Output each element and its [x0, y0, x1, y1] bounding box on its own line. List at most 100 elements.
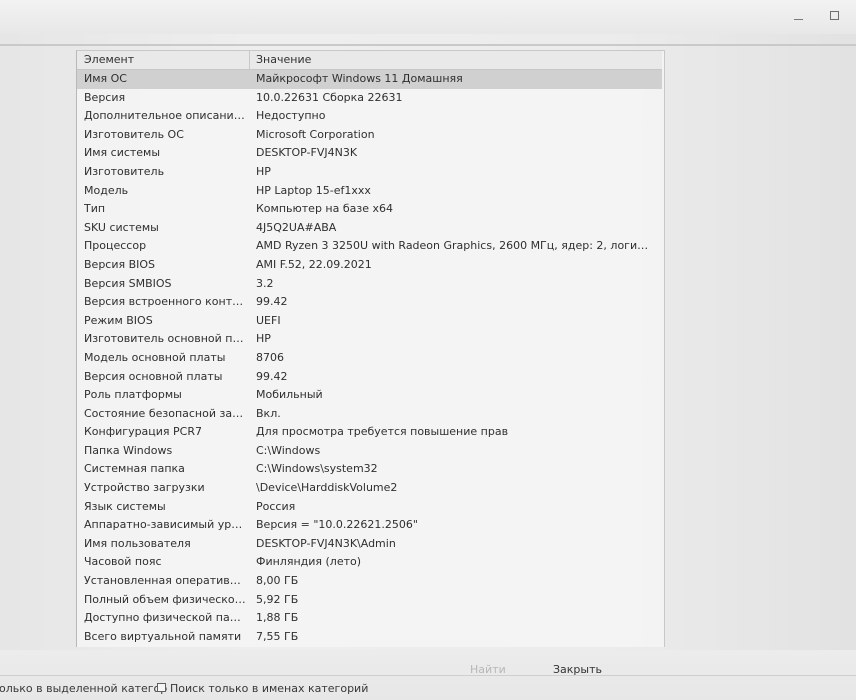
value-cell: DESKTOP-FVJ4N3K\Admin [256, 536, 396, 550]
table-row[interactable]: Версия SMBIOS 3.2 [77, 275, 662, 294]
element-cell: Режим BIOS [84, 313, 153, 327]
table-row[interactable]: Тип Компьютер на базе x64 [77, 200, 662, 219]
value-cell: Версия = "10.0.22621.2506" [256, 518, 418, 532]
table-row[interactable]: Системная папка C:\Windows\system32 [77, 460, 662, 479]
value-cell: 1,88 ГБ [256, 611, 299, 625]
table-row[interactable]: Полный объем физической ... 5,92 ГБ [77, 591, 662, 610]
value-cell: \Device\HarddiskVolume2 [256, 481, 398, 495]
table-row[interactable]: Всего виртуальной памяти 7,55 ГБ [77, 628, 662, 647]
table-row[interactable]: Язык системы Россия [77, 498, 662, 517]
element-cell: Роль платформы [84, 388, 182, 402]
table-row[interactable]: Установленная оперативная... 8,00 ГБ [77, 572, 662, 591]
value-cell: C:\Windows [256, 443, 321, 457]
table-header: Элемент Значение [77, 51, 662, 70]
value-cell: Мобильный [256, 388, 323, 402]
table-row[interactable]: Модель HP Laptop 15-ef1xxx [77, 182, 662, 201]
window-title-area [0, 0, 856, 34]
element-cell: SKU системы [84, 220, 159, 234]
table-row[interactable]: Версия 10.0.22631 Сборка 22631 [77, 89, 662, 108]
value-cell: Россия [256, 499, 296, 513]
table-row[interactable]: SKU системы 4J5Q2UA#ABA [77, 219, 662, 238]
element-cell: Системная папка [84, 462, 185, 476]
value-cell: Финляндия (лето) [256, 555, 362, 569]
element-cell: Язык системы [84, 499, 166, 513]
system-summary-table: Элемент Значение Имя ОС Майкрософт Window… [76, 50, 665, 647]
value-cell: Майкрософт Windows 11 Домашняя [256, 72, 463, 85]
value-cell: C:\Windows\system32 [256, 462, 378, 476]
title-separator [0, 44, 856, 46]
value-cell: Microsoft Corporation [256, 127, 375, 141]
element-cell: Изготовитель основной платы [84, 332, 247, 346]
minimize-icon[interactable] [794, 19, 803, 20]
element-cell: Всего виртуальной памяти [84, 629, 242, 643]
value-cell: AMI F.52, 22.09.2021 [256, 257, 372, 271]
value-cell: HP Laptop 15-ef1xxx [256, 183, 371, 197]
value-cell: 99.42 [256, 369, 288, 383]
element-cell: Процессор [84, 239, 147, 253]
search-selected-category-label[interactable]: олько в выделенной категор [0, 682, 167, 695]
column-divider[interactable] [249, 51, 250, 69]
table-row[interactable]: Конфигурация PCR7 Для просмотра требуется… [77, 423, 662, 442]
table-row[interactable]: Версия основной платы 99.42 [77, 368, 662, 387]
value-cell: UEFI [256, 313, 281, 327]
element-cell: Имя системы [84, 146, 161, 160]
table-row[interactable]: Папка Windows C:\Windows [77, 442, 662, 461]
value-cell: 5,92 ГБ [256, 592, 299, 606]
element-cell: Аппаратно-зависимый уров... [84, 518, 247, 532]
element-cell: Состояние безопасной загру... [84, 406, 247, 420]
table-row[interactable]: Изготовитель основной платы HP [77, 330, 662, 349]
element-cell: Тип [84, 202, 106, 216]
table-row[interactable]: Имя системы DESKTOP-FVJ4N3K [77, 144, 662, 163]
value-column-header[interactable]: Значение [256, 53, 311, 66]
table-row[interactable]: Версия встроенного контрол... 99.42 [77, 293, 662, 312]
table-row[interactable]: Дополнительное описание ... Недоступно [77, 107, 662, 126]
table-row[interactable]: Доступно физической памяти 1,88 ГБ [77, 609, 662, 628]
element-cell: Изготовитель ОС [84, 127, 184, 141]
element-cell: Дополнительное описание ... [84, 109, 247, 123]
category-name-search-label[interactable]: Поиск только в именах категорий [170, 682, 368, 695]
value-cell: Компьютер на базе x64 [256, 202, 394, 216]
element-cell: Устройство загрузки [84, 481, 205, 495]
table-row[interactable]: Версия BIOS AMI F.52, 22.09.2021 [77, 256, 662, 275]
element-cell: Имя ОС [84, 72, 127, 85]
table-row[interactable]: Процессор AMD Ryzen 3 3250U with Radeon G… [77, 237, 662, 256]
element-cell: Изготовитель [84, 164, 165, 178]
value-cell: 8706 [256, 350, 284, 364]
value-cell: Недоступно [256, 109, 326, 123]
table-row[interactable]: Устройство загрузки \Device\HarddiskVolum… [77, 479, 662, 498]
table-row[interactable]: Имя пользователя DESKTOP-FVJ4N3K\Admin [77, 535, 662, 554]
element-cell: Доступно физической памяти [84, 611, 247, 625]
table-row[interactable]: Часовой пояс Финляндия (лето) [77, 553, 662, 572]
table-row[interactable]: Модель основной платы 8706 [77, 349, 662, 368]
value-cell: HP [256, 164, 271, 178]
table-row[interactable]: Аппаратно-зависимый уров... Версия = "10.… [77, 516, 662, 535]
search-footer: Найти Закрыть олько в выделенной категор… [0, 650, 856, 700]
value-cell: Вкл. [256, 406, 281, 420]
element-cell: Конфигурация PCR7 [84, 425, 203, 439]
element-cell: Модель основной платы [84, 350, 226, 364]
element-column-header[interactable]: Элемент [84, 53, 134, 66]
table-row[interactable]: Состояние безопасной загру... Вкл. [77, 405, 662, 424]
footer-separator [0, 675, 856, 676]
value-cell: AMD Ryzen 3 3250U with Radeon Graphics, … [256, 239, 654, 253]
value-cell: 7,55 ГБ [256, 629, 299, 643]
element-cell: Имя пользователя [84, 536, 191, 550]
element-cell: Часовой пояс [84, 555, 162, 569]
value-cell: 99.42 [256, 295, 288, 309]
element-cell: Версия встроенного контрол... [84, 295, 247, 309]
table-row[interactable]: Роль платформы Мобильный [77, 386, 662, 405]
element-cell: Версия [84, 90, 126, 104]
table-row[interactable]: Изготовитель ОС Microsoft Corporation [77, 126, 662, 145]
table-row[interactable]: Изготовитель HP [77, 163, 662, 182]
element-cell: Версия BIOS [84, 257, 156, 271]
table-rows: Имя ОС Майкрософт Windows 11 Домашняя Вер… [77, 70, 662, 646]
element-cell: Версия основной платы [84, 369, 223, 383]
element-cell: Версия SMBIOS [84, 276, 172, 290]
element-cell: Полный объем физической ... [84, 592, 247, 606]
category-name-search-checkbox[interactable] [157, 683, 166, 692]
table-row[interactable]: Режим BIOS UEFI [77, 312, 662, 331]
value-cell: HP [256, 332, 271, 346]
maximize-icon[interactable] [830, 11, 839, 20]
element-cell: Папка Windows [84, 443, 173, 457]
table-row[interactable]: Имя ОС Майкрософт Windows 11 Домашняя [77, 70, 662, 89]
